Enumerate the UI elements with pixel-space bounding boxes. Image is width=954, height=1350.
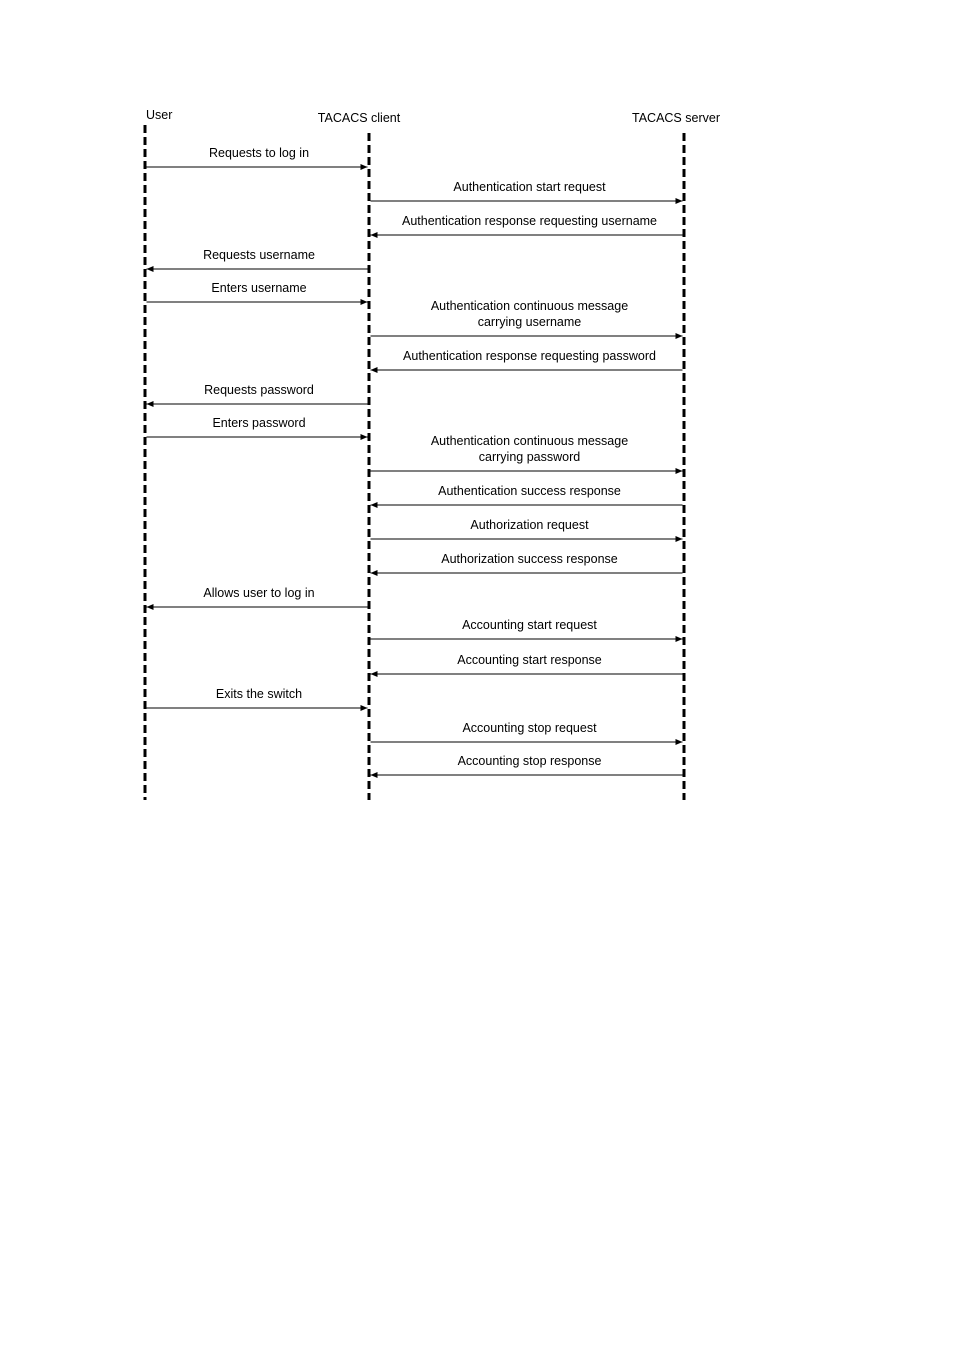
message: Accounting stop response	[370, 754, 683, 778]
message: Allows user to log in	[146, 586, 368, 610]
message-label: Authentication response requesting passw…	[403, 349, 656, 363]
message-label: Requests to log in	[209, 146, 309, 160]
participant-label-client: TACACS client	[318, 111, 401, 125]
message: Requests password	[146, 383, 368, 407]
message-label: Authentication success response	[438, 484, 621, 498]
message: Authentication success response	[370, 484, 683, 508]
message: Authentication response requesting usern…	[370, 214, 683, 238]
message: Accounting start response	[370, 653, 683, 677]
message-label: Authorization request	[470, 518, 589, 532]
message: Enters username	[146, 281, 368, 305]
message: Exits the switch	[146, 687, 368, 711]
message-label: Allows user to log in	[203, 586, 314, 600]
message: Authorization request	[370, 518, 683, 542]
message: Requests to log in	[146, 146, 368, 170]
message: Authorization success response	[370, 552, 683, 576]
message: Authentication start request	[370, 180, 683, 204]
message-label: Accounting stop response	[458, 754, 602, 768]
sequence-diagram: User TACACS client TACACS server Requests …	[143, 108, 720, 800]
message: Accounting stop request	[370, 721, 683, 745]
message-label: Accounting start response	[457, 653, 602, 667]
message-label: Authentication response requesting usern…	[402, 214, 657, 228]
message-label: Accounting stop request	[462, 721, 597, 735]
message: Accounting start request	[370, 618, 683, 642]
message-label: Enters password	[212, 416, 305, 430]
message-label: Accounting start request	[462, 618, 597, 632]
message-label: Authentication continuous message	[431, 434, 628, 448]
message: Authentication continuous message carryin…	[370, 299, 683, 339]
message-label: Requests username	[203, 248, 315, 262]
participant-label-user: User	[146, 108, 172, 122]
message: Authentication continuous message carryin…	[370, 434, 683, 474]
message-label: Authorization success response	[441, 552, 618, 566]
message-label: Requests password	[204, 383, 314, 397]
message-label: carrying username	[478, 315, 582, 329]
message: Requests username	[146, 248, 368, 272]
message-label: Exits the switch	[216, 687, 302, 701]
message: Enters password	[146, 416, 368, 440]
message-label: Authentication start request	[453, 180, 606, 194]
message-label: Authentication continuous message	[431, 299, 628, 313]
message: Authentication response requesting passw…	[370, 349, 683, 373]
message-label: carrying password	[479, 450, 580, 464]
participant-label-server: TACACS server	[632, 111, 720, 125]
message-label: Enters username	[211, 281, 306, 295]
